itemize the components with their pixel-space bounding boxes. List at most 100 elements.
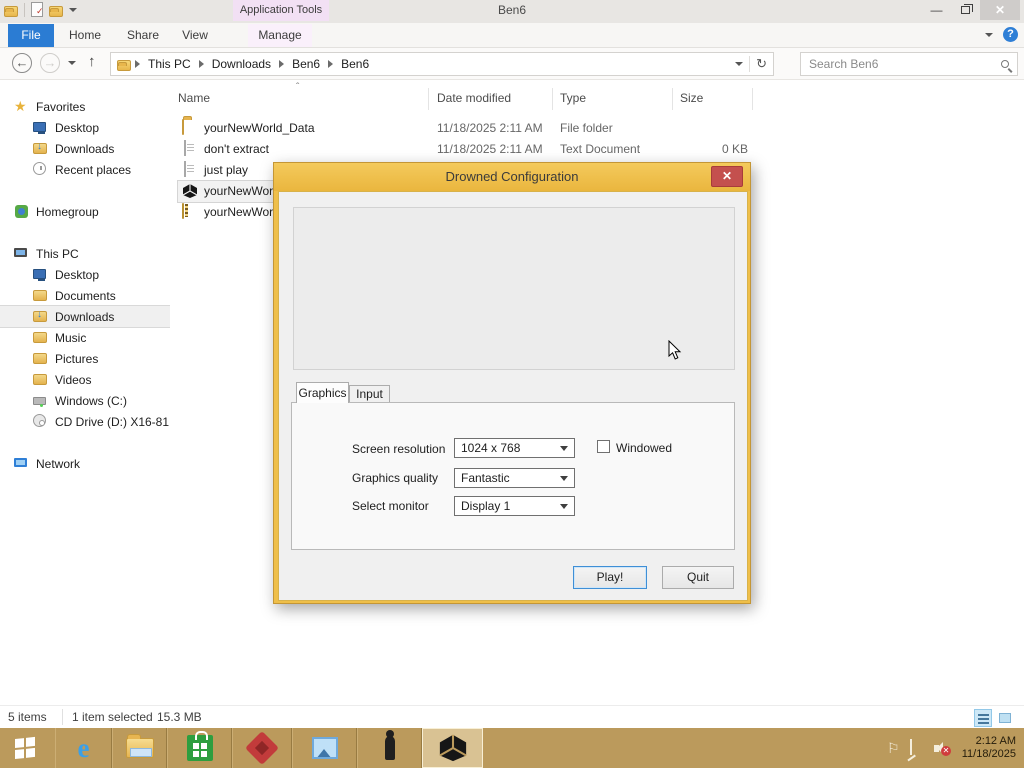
thumbnails-view-button[interactable] <box>996 709 1014 727</box>
screen-resolution-select[interactable]: 1024 x 768 <box>454 438 575 458</box>
graphics-quality-select[interactable]: Fantastic <box>454 468 575 488</box>
fox-app-icon <box>245 731 279 765</box>
new-folder-icon[interactable] <box>49 2 65 18</box>
tab-share[interactable]: Share <box>122 24 164 47</box>
sidebar-item-homegroup[interactable]: Homegroup <box>0 201 170 222</box>
select-monitor-select[interactable]: Display 1 <box>454 496 575 516</box>
breadcrumb-ben6-2[interactable]: Ben6 <box>335 57 375 71</box>
taskbar-file-explorer[interactable] <box>112 728 167 768</box>
tab-input[interactable]: Input <box>349 385 390 403</box>
window-title: Ben6 <box>497 3 527 17</box>
chevron-down-icon <box>560 475 568 481</box>
network-tray-icon[interactable] <box>910 739 926 756</box>
explorer-titlebar: Ben6 Application Tools — ✕ <box>0 0 1024 23</box>
ribbon-expand-chevron-icon[interactable] <box>985 32 993 37</box>
sidebar-item-desktop[interactable]: Desktop <box>0 117 170 138</box>
unity-app-icon <box>182 183 198 199</box>
details-view-button[interactable] <box>974 709 992 727</box>
breadcrumb-separator[interactable] <box>198 60 204 68</box>
start-button[interactable] <box>0 728 50 768</box>
status-bar: 5 items 1 item selected 15.3 MB <box>0 705 1024 728</box>
breadcrumb-separator[interactable] <box>328 60 334 68</box>
taskbar-figure-app[interactable] <box>357 728 422 768</box>
sidebar-item-cd-drive[interactable]: CD Drive (D:) X16-81 <box>0 411 170 432</box>
sidebar-item-this-pc[interactable]: This PC <box>0 243 170 264</box>
file-explorer-icon <box>125 734 154 758</box>
refresh-icon[interactable]: ↻ <box>756 56 767 72</box>
forward-button[interactable]: → <box>40 53 60 73</box>
sidebar-item-documents[interactable]: Documents <box>0 285 170 306</box>
network-icon <box>14 456 29 471</box>
dialog-close-button[interactable]: ✕ <box>711 166 743 187</box>
dialog-title: Drowned Configuration <box>274 163 750 191</box>
taskbar-unity-app[interactable] <box>422 728 483 768</box>
file-row-dont-extract[interactable]: don't extract 11/18/2025 2:11 AM Text Do… <box>170 139 1024 160</box>
quit-button[interactable]: Quit <box>662 566 734 589</box>
qat-customize-chevron-icon[interactable] <box>69 8 77 12</box>
drowned-configuration-dialog: Drowned Configuration ✕ Graphics Input S… <box>273 162 751 604</box>
archive-icon <box>182 203 198 220</box>
sidebar-item-pc-desktop[interactable]: Desktop <box>0 264 170 285</box>
address-bar[interactable]: This PC Downloads Ben6 Ben6 ↻ <box>110 52 774 76</box>
search-input[interactable]: Search Ben6 <box>800 52 1018 76</box>
sidebar-item-windows-c[interactable]: Windows (C:) <box>0 390 170 411</box>
photos-icon <box>311 737 338 759</box>
tab-file[interactable]: File <box>8 24 54 47</box>
breadcrumb-separator[interactable] <box>135 60 140 68</box>
sidebar-item-favorites[interactable]: ★ Favorites <box>0 96 170 117</box>
search-icon[interactable] <box>1001 60 1009 68</box>
tab-view[interactable]: View <box>172 24 218 47</box>
sort-ascending-icon: ˆ <box>296 82 300 93</box>
tab-manage[interactable]: Manage <box>248 24 312 47</box>
recent-locations-chevron-icon[interactable] <box>68 61 76 65</box>
up-button[interactable]: ↑ <box>88 53 96 70</box>
item-count: 5 items <box>8 710 47 724</box>
system-tray: ⚐ ✕ 2:12 AM 11/18/2025 <box>887 728 1022 768</box>
taskbar-clock[interactable]: 2:12 AM 11/18/2025 <box>956 735 1022 761</box>
documents-folder-icon <box>33 288 48 303</box>
play-button[interactable]: Play! <box>573 566 647 589</box>
dialog-body: Graphics Input Screen resolution 1024 x … <box>278 191 748 601</box>
sidebar-item-network[interactable]: Network <box>0 453 170 474</box>
column-size[interactable]: Size <box>680 91 703 105</box>
close-window-button[interactable]: ✕ <box>980 0 1020 20</box>
taskbar-windows-store[interactable] <box>167 728 232 768</box>
sidebar-item-downloads[interactable]: Downloads <box>0 138 170 159</box>
volume-muted-icon[interactable]: ✕ <box>933 740 951 756</box>
graphics-quality-label: Graphics quality <box>352 471 439 485</box>
column-type[interactable]: Type <box>560 91 586 105</box>
action-center-flag-icon[interactable]: ⚐ <box>887 740 903 756</box>
address-dropdown-chevron-icon[interactable] <box>735 62 744 66</box>
windows-logo-icon <box>15 737 35 759</box>
minimize-button[interactable]: — <box>922 0 951 20</box>
hard-drive-icon <box>33 393 48 408</box>
sidebar-item-recent-places[interactable]: Recent places <box>0 159 170 180</box>
file-row-yournewworld-data[interactable]: yourNewWorld_Data 11/18/2025 2:11 AM Fil… <box>170 118 1024 139</box>
help-icon[interactable]: ? <box>1003 27 1018 42</box>
taskbar-photos[interactable] <box>292 728 357 768</box>
breadcrumb-ben6[interactable]: Ben6 <box>286 57 326 71</box>
properties-icon[interactable] <box>29 2 45 18</box>
restore-button[interactable] <box>951 0 980 20</box>
windowed-checkbox[interactable] <box>597 440 610 453</box>
back-button[interactable]: ← <box>12 53 32 73</box>
column-name[interactable]: Name <box>178 91 210 105</box>
tab-graphics[interactable]: Graphics <box>296 382 349 403</box>
taskbar-fox-app[interactable] <box>232 728 292 768</box>
taskbar-internet-explorer[interactable]: e <box>55 728 112 768</box>
quick-access-toolbar <box>4 2 77 18</box>
sidebar-item-pictures[interactable]: Pictures <box>0 348 170 369</box>
column-date-modified[interactable]: Date modified <box>437 91 511 105</box>
select-monitor-label: Select monitor <box>352 499 429 513</box>
explorer-window-icon[interactable] <box>4 2 20 18</box>
videos-folder-icon <box>33 372 48 387</box>
sidebar-item-music[interactable]: Music <box>0 327 170 348</box>
breadcrumb-this-pc[interactable]: This PC <box>142 57 197 71</box>
tab-home[interactable]: Home <box>64 24 106 47</box>
monitor-icon <box>33 120 48 135</box>
breadcrumb-downloads[interactable]: Downloads <box>206 57 277 71</box>
contextual-tab-group: Application Tools <box>233 0 329 21</box>
sidebar-item-pc-downloads[interactable]: Downloads <box>0 305 171 328</box>
breadcrumb-separator[interactable] <box>279 60 285 68</box>
sidebar-item-videos[interactable]: Videos <box>0 369 170 390</box>
